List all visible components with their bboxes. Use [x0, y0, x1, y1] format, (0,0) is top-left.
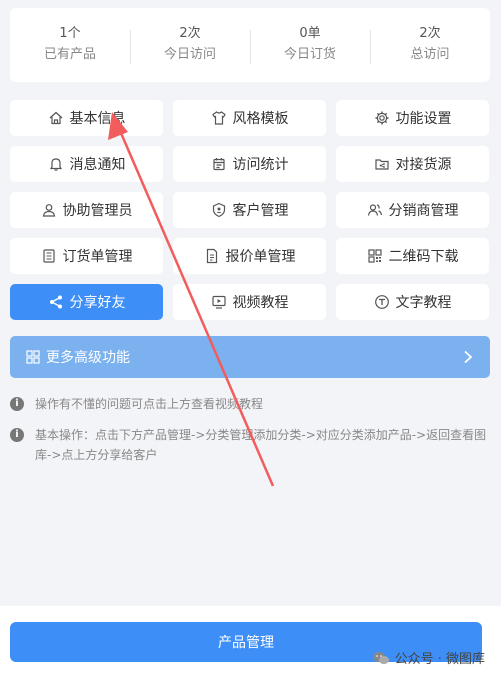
- menu-label: 分销商管理: [388, 203, 459, 219]
- menu-label: 风格模板: [232, 111, 289, 127]
- video-icon: [211, 295, 226, 309]
- menu-feature-settings-button[interactable]: 功能设置: [336, 100, 489, 136]
- folder-share-icon: [374, 159, 389, 170]
- list-icon: [42, 249, 55, 263]
- stat-today-orders[interactable]: 0单 今日订货: [250, 24, 370, 66]
- user-icon: [42, 204, 55, 217]
- shield-icon: [212, 202, 225, 218]
- menu-supply-dock-button[interactable]: 对接货源: [336, 146, 489, 182]
- menu-distributor-manage-button[interactable]: 分销商管理: [336, 192, 489, 228]
- menu-visit-stats-button[interactable]: 访问统计: [173, 146, 326, 182]
- wechat-icon: [372, 651, 389, 664]
- menu-label: 基本信息: [69, 111, 126, 127]
- info-icon: i: [10, 428, 24, 442]
- menu-label: 视频教程: [232, 295, 289, 311]
- menu-label: 订货单管理: [62, 249, 133, 265]
- menu-text-tutorial-button[interactable]: 文字教程: [336, 284, 489, 320]
- stat-total-visits[interactable]: 2次 总访问: [370, 24, 490, 66]
- stat-value: 2次: [419, 26, 441, 41]
- menu-label: 消息通知: [69, 157, 126, 173]
- menu-label: 功能设置: [395, 111, 452, 127]
- menu-label: 分享好友: [69, 295, 126, 311]
- chevron-right-icon: [464, 350, 473, 364]
- stat-label: 今日订货: [283, 47, 336, 62]
- watermark: 公众号 · 微图库: [372, 648, 485, 667]
- function-grid: 基本信息 风格模板 功能设置 消息通知 访问统计 对接货源 协助管理员 客户管理…: [10, 100, 490, 320]
- document-icon: [206, 248, 217, 264]
- watermark-text: 公众号 · 微图库: [394, 652, 485, 667]
- stat-label: 总访问: [410, 47, 450, 62]
- menu-basic-info-button[interactable]: 基本信息: [10, 100, 163, 136]
- menu-style-template-button[interactable]: 风格模板: [173, 100, 326, 136]
- menu-label: 访问统计: [232, 157, 289, 173]
- menu-label: 协助管理员: [62, 203, 133, 219]
- menu-label: 客户管理: [232, 203, 289, 219]
- home-icon: [49, 111, 62, 125]
- calendar-icon: [212, 158, 225, 171]
- users-icon: [367, 204, 382, 216]
- stat-value: 1个: [59, 26, 81, 41]
- menu-assistant-admin-button[interactable]: 协助管理员: [10, 192, 163, 228]
- stat-label: 已有产品: [43, 47, 96, 62]
- menu-message-notify-button[interactable]: 消息通知: [10, 146, 163, 182]
- tip-video-help: i 操作有不懂的问题可点击上方查看视频教程: [10, 394, 480, 414]
- stat-products[interactable]: 1个 已有产品: [10, 24, 130, 66]
- apps-grid-icon: [26, 350, 40, 364]
- menu-share-friends-button[interactable]: 分享好友: [10, 284, 163, 320]
- menu-video-tutorial-button[interactable]: 视频教程: [173, 284, 326, 320]
- qrcode-icon: [367, 249, 382, 263]
- share-icon: [49, 295, 62, 309]
- menu-qrcode-download-button[interactable]: 二维码下载: [336, 238, 489, 274]
- tip-text: 操作有不懂的问题可点击上方查看视频教程: [35, 397, 264, 411]
- info-icon: i: [10, 397, 24, 411]
- stat-today-visits[interactable]: 2次 今日访问: [130, 24, 250, 66]
- more-advanced-features-button[interactable]: 更多高级功能: [10, 336, 490, 378]
- menu-quote-manage-button[interactable]: 报价单管理: [173, 238, 326, 274]
- gear-icon: [375, 111, 388, 125]
- menu-order-manage-button[interactable]: 订货单管理: [10, 238, 163, 274]
- menu-label: 二维码下载: [388, 249, 459, 265]
- menu-label: 文字教程: [395, 295, 452, 311]
- stat-label: 今日访问: [163, 47, 216, 62]
- product-manage-label: 产品管理: [218, 635, 274, 651]
- menu-customer-manage-button[interactable]: 客户管理: [173, 192, 326, 228]
- menu-label: 报价单管理: [225, 249, 296, 265]
- tip-text: 基本操作：点击下方产品管理->分类管理添加分类->对应分类添加产品->返回查看图…: [35, 428, 487, 462]
- stat-value: 0单: [299, 26, 321, 41]
- text-icon: [374, 295, 389, 309]
- shirt-icon: [211, 111, 226, 125]
- more-label: 更多高级功能: [46, 350, 130, 366]
- menu-label: 对接货源: [395, 157, 452, 173]
- bell-icon: [49, 158, 62, 171]
- stat-value: 2次: [179, 26, 201, 41]
- stats-panel: 1个 已有产品 2次 今日访问 0单 今日订货 2次 总访问: [10, 8, 490, 82]
- tip-basic-operation: i 基本操作：点击下方产品管理->分类管理添加分类->对应分类添加产品->返回查…: [10, 425, 490, 465]
